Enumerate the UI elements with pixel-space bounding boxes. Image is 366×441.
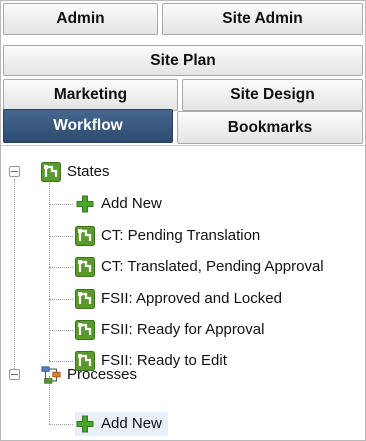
- add-icon: [75, 194, 95, 214]
- collapse-states-toggle[interactable]: −: [9, 166, 20, 177]
- tree-item-state[interactable]: FSII: Ready for Approval: [75, 318, 264, 342]
- workflow-tree: − States Add New CT: Pending Translation…: [1, 147, 365, 440]
- tree-line: [49, 299, 73, 300]
- tree-line: [49, 361, 73, 362]
- tree-line: [49, 424, 73, 425]
- tree-line: [49, 183, 50, 361]
- tree-line: [49, 236, 73, 237]
- state-icon: [75, 289, 95, 309]
- tab-workflow[interactable]: Workflow: [3, 109, 173, 143]
- state-icon: [75, 257, 95, 277]
- tree-line: [49, 204, 73, 205]
- add-icon: [75, 414, 95, 434]
- process-icon: [41, 365, 61, 385]
- state-icon: [75, 320, 95, 340]
- tab-site-plan[interactable]: Site Plan: [3, 45, 363, 76]
- tree-line: [49, 330, 73, 331]
- tree-node-label: Processes: [67, 366, 138, 383]
- tree-line: [49, 267, 73, 268]
- state-icon: [75, 226, 95, 246]
- tree-item-state[interactable]: FSII: Approved and Locked: [75, 287, 282, 311]
- state-icon: [41, 162, 61, 182]
- tab-bar: Admin Site Admin Site Plan Marketing Sit…: [1, 1, 365, 146]
- tree-node-label: States: [67, 163, 110, 180]
- tree-item-add-new-state[interactable]: Add New: [75, 192, 162, 216]
- tab-admin[interactable]: Admin: [3, 3, 158, 35]
- workflow-panel: Admin Site Admin Site Plan Marketing Sit…: [0, 0, 366, 441]
- tree-item-state[interactable]: CT: Translated, Pending Approval: [75, 255, 324, 279]
- tab-divider: [1, 145, 365, 146]
- tab-site-design[interactable]: Site Design: [182, 79, 363, 111]
- tree-item-add-new-process[interactable]: Add New: [75, 412, 168, 436]
- tab-site-admin[interactable]: Site Admin: [162, 3, 363, 35]
- collapse-processes-toggle[interactable]: −: [9, 369, 20, 380]
- tree-line: [14, 179, 15, 369]
- tab-marketing[interactable]: Marketing: [3, 79, 178, 111]
- tree-node-processes[interactable]: Processes: [41, 363, 137, 387]
- tree-node-states[interactable]: States: [41, 160, 110, 184]
- tab-bookmarks[interactable]: Bookmarks: [177, 111, 363, 144]
- tree-item-state[interactable]: CT: Pending Translation: [75, 224, 260, 248]
